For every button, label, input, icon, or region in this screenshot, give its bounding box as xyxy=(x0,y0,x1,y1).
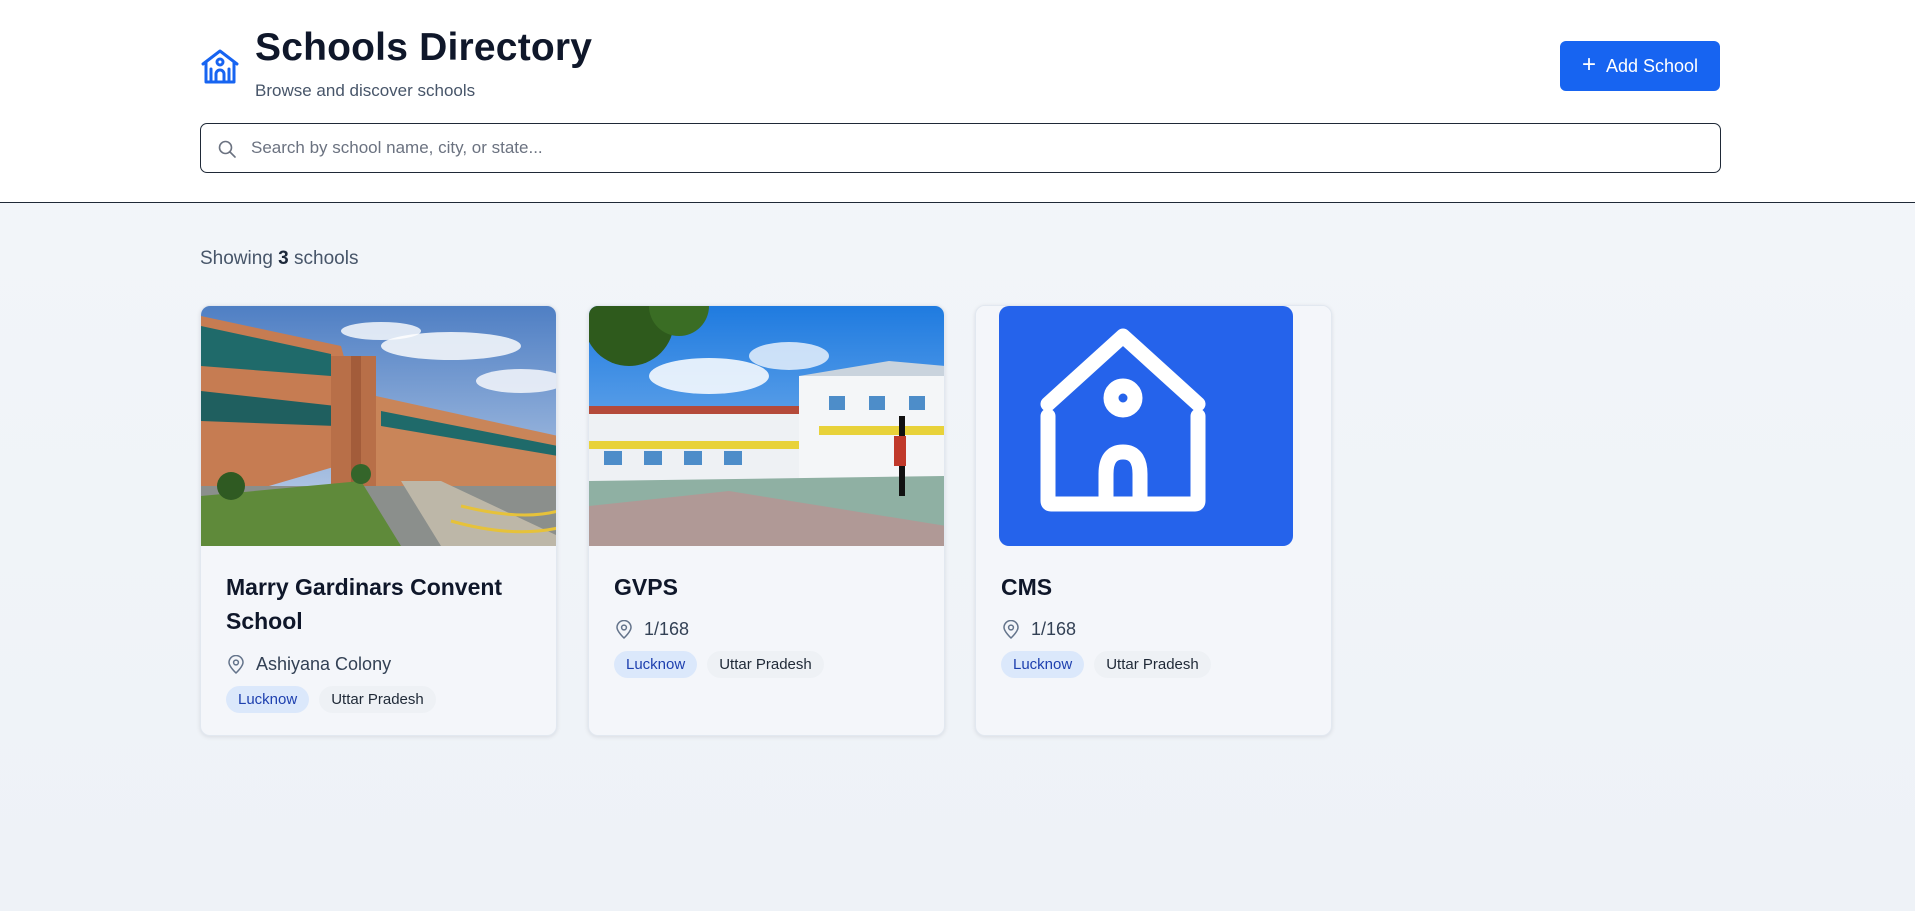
school-photo xyxy=(201,306,556,546)
school-address: Ashiyana Colony xyxy=(226,654,391,675)
school-card[interactable]: GVPS 1/168 Lucknow Uttar Pradesh xyxy=(588,305,945,736)
search-bar xyxy=(200,123,1721,173)
school-placeholder-image xyxy=(976,306,1331,546)
city-badge: Lucknow xyxy=(1001,651,1085,678)
add-school-button[interactable]: + Add School xyxy=(1560,41,1720,91)
add-school-label: Add School xyxy=(1605,55,1699,76)
plus-icon: + xyxy=(1581,51,1596,78)
address-text: 1/168 xyxy=(644,619,690,639)
school-card[interactable]: Marry Gardinars Convent School Ashiyana … xyxy=(200,305,557,736)
address-text: Ashiyana Colony xyxy=(256,654,392,674)
school-name: Marry Gardinars Convent School xyxy=(226,574,503,634)
results-count: Showing 3 schools xyxy=(200,248,358,270)
location-pin-icon xyxy=(1003,619,1019,639)
city-badge: Lucknow xyxy=(226,686,310,713)
address-text: 1/168 xyxy=(1031,619,1077,639)
search-input[interactable] xyxy=(251,124,1701,171)
results-prefix: Showing xyxy=(200,248,273,269)
school-name: CMS xyxy=(1001,574,1053,600)
school-icon xyxy=(201,49,239,84)
school-address: 1/168 xyxy=(614,619,689,640)
school-card[interactable]: CMS 1/168 Lucknow Uttar Pradesh xyxy=(975,305,1332,736)
school-name: GVPS xyxy=(614,574,678,600)
state-badge: Uttar Pradesh xyxy=(707,651,824,678)
results-suffix: schools xyxy=(294,248,359,269)
school-tags: Lucknow Uttar Pradesh xyxy=(226,686,436,713)
state-badge: Uttar Pradesh xyxy=(319,686,436,713)
school-address: 1/168 xyxy=(1001,619,1076,640)
page-title: Schools Directory xyxy=(255,26,593,69)
location-pin-icon xyxy=(616,619,632,639)
state-badge: Uttar Pradesh xyxy=(1094,651,1211,678)
school-tags: Lucknow Uttar Pradesh xyxy=(1001,651,1211,678)
app-header: Schools Directory Browse and discover sc… xyxy=(0,0,1915,203)
school-tags: Lucknow Uttar Pradesh xyxy=(614,651,824,678)
location-pin-icon xyxy=(228,654,244,674)
results-number: 3 xyxy=(278,248,289,269)
search-icon xyxy=(218,140,236,158)
school-photo xyxy=(589,306,944,546)
page-subtitle: Browse and discover schools xyxy=(255,81,476,100)
city-badge: Lucknow xyxy=(614,651,698,678)
